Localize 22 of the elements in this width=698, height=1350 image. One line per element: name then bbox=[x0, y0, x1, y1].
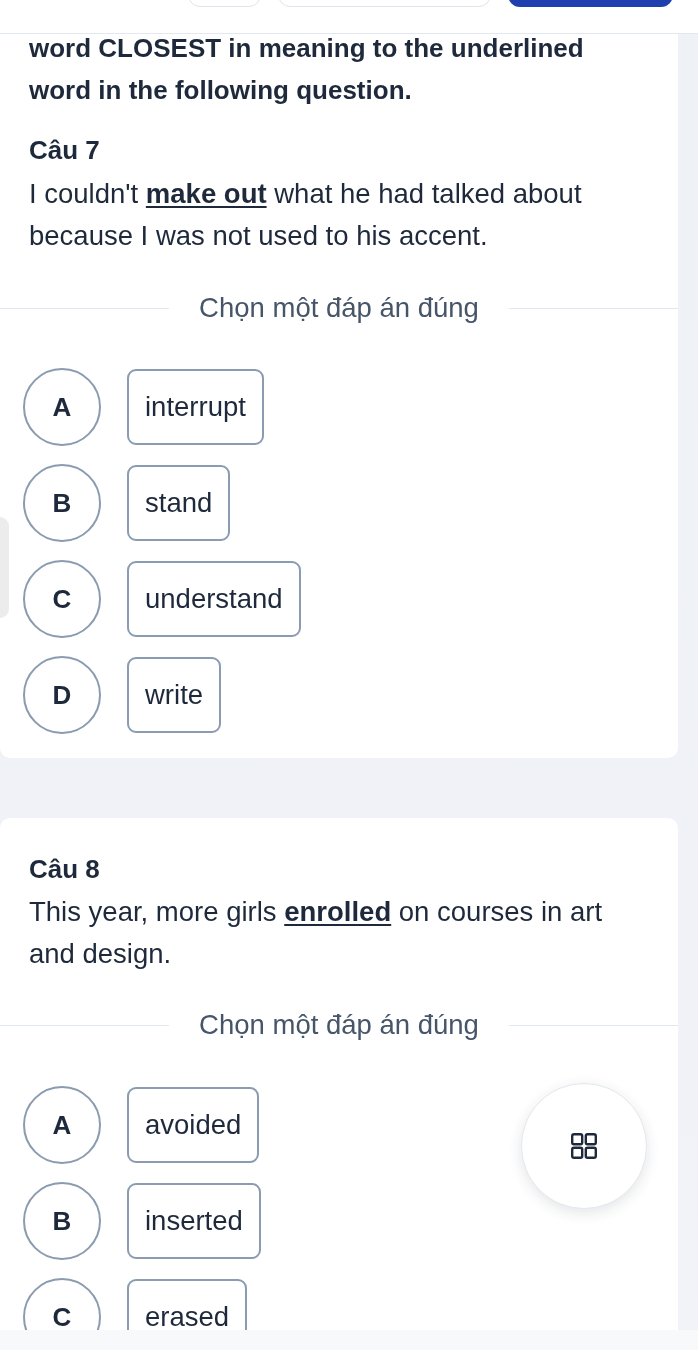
option-letter[interactable]: B bbox=[23, 1182, 101, 1260]
option-letter[interactable]: A bbox=[23, 368, 101, 446]
option-answer[interactable]: inserted bbox=[127, 1183, 261, 1259]
question-text: I couldn't make out what he had talked about because I was not used to his accent. bbox=[29, 177, 583, 253]
answer-prompt: Chọn một đáp án đúng bbox=[199, 292, 479, 324]
instruction-text: word CLOSEST in meaning to the underlined word in the following question. bbox=[29, 34, 585, 107]
option-answer[interactable]: understand bbox=[127, 561, 301, 637]
option-letter[interactable]: A bbox=[23, 1086, 101, 1164]
option-answer[interactable]: erased bbox=[127, 1279, 248, 1330]
option-letter[interactable]: D bbox=[23, 656, 101, 734]
option-letter[interactable]: C bbox=[23, 1278, 101, 1330]
option-answer[interactable]: stand bbox=[127, 465, 231, 541]
question-text: This year, more girls enrolled on courses in art and design. bbox=[29, 895, 604, 971]
option-letter[interactable]: B bbox=[23, 464, 101, 542]
question-title: Câu 8 bbox=[29, 853, 101, 886]
option-answer[interactable]: write bbox=[127, 657, 222, 733]
question-title: Câu 7 bbox=[29, 134, 101, 167]
option-answer[interactable]: avoided bbox=[127, 1087, 260, 1163]
option-answer[interactable]: interrupt bbox=[127, 369, 264, 445]
grid-icon bbox=[571, 1133, 597, 1159]
option-letter[interactable]: C bbox=[23, 560, 101, 638]
answer-prompt: Chọn một đáp án đúng bbox=[199, 1009, 479, 1041]
